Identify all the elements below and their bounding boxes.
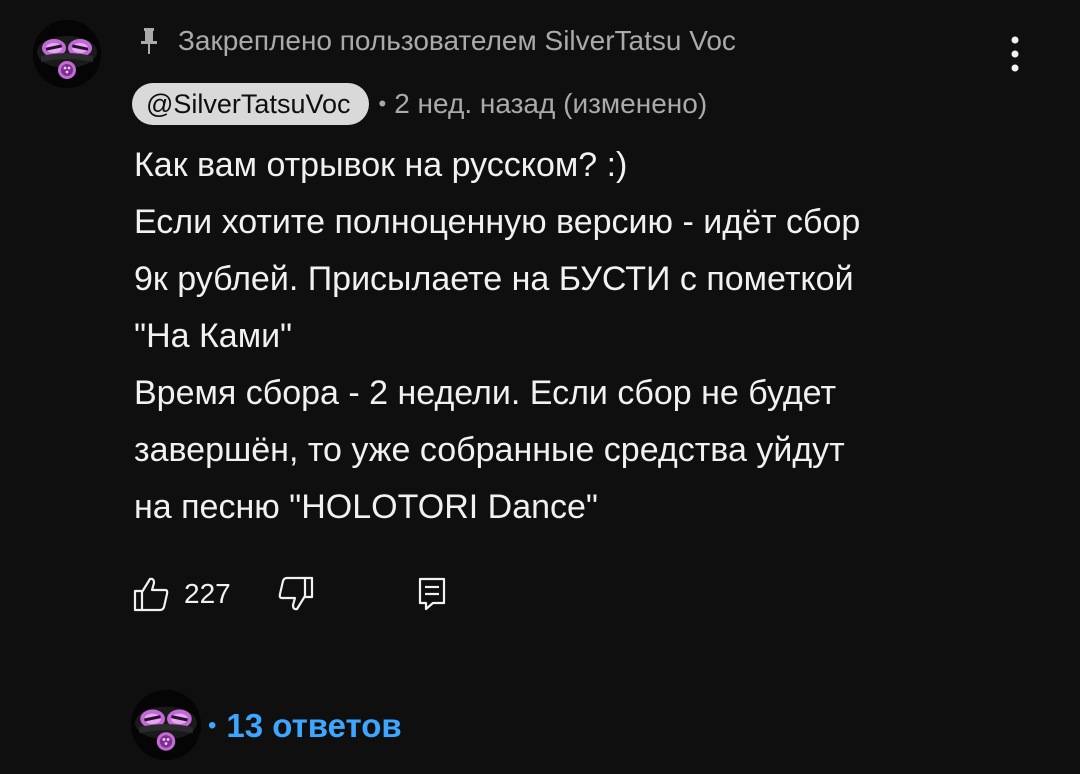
comment-line: завершён, то уже собранные средства уйду…: [134, 431, 845, 469]
replies-separator: •: [208, 712, 217, 739]
avatar-mask-image: [131, 690, 201, 760]
comment-line: Время сбора - 2 недели. Если сбор не буд…: [134, 374, 837, 412]
thumb-up-icon: [133, 577, 169, 612]
author-name-chip[interactable]: @SilverTatsuVoc: [132, 83, 369, 125]
pinned-label: Закреплено пользователем SilverTatsu Voc: [136, 22, 736, 60]
avatar-mask-image: [33, 20, 101, 88]
more-vertical-icon: [1011, 36, 1019, 72]
like-count: 227: [184, 578, 231, 609]
author-name: @SilverTatsuVoc: [146, 88, 351, 119]
comment-meta: @SilverTatsuVoc • 2 нед. назад (изменено…: [132, 82, 707, 126]
pinned-text: Закреплено пользователем SilverTatsu Voc: [178, 25, 736, 56]
reply-button[interactable]: [417, 576, 447, 612]
author-avatar[interactable]: [33, 20, 101, 88]
comment-actions: 227: [132, 570, 447, 618]
comment-line: на песню "HOLOTORI Dance": [134, 488, 598, 526]
reply-author-avatar[interactable]: [131, 690, 201, 760]
dislike-button[interactable]: [277, 575, 315, 613]
more-options-button[interactable]: [998, 34, 1032, 74]
comment-timestamp[interactable]: 2 нед. назад (изменено): [394, 88, 707, 120]
comment-line: Как вам отрывок на русском? :): [134, 146, 628, 184]
like-button[interactable]: 227: [132, 575, 231, 613]
pin-icon: [141, 28, 157, 54]
thumb-down-icon: [278, 576, 313, 611]
comment-icon: [418, 577, 445, 611]
comment-line: "На Ками": [134, 317, 293, 355]
comment-line: 9к рублей. Присылаете на БУСТИ с пометко…: [134, 260, 854, 298]
comment-line: Если хотите полноценную версию - идёт сб…: [134, 203, 861, 241]
replies-count-label: 13 ответов: [226, 707, 402, 744]
view-replies-link[interactable]: • 13 ответов: [208, 698, 402, 754]
meta-separator: •: [378, 91, 387, 116]
comment-text: Как вам отрывок на русском? :) Если хоти…: [134, 137, 1034, 536]
